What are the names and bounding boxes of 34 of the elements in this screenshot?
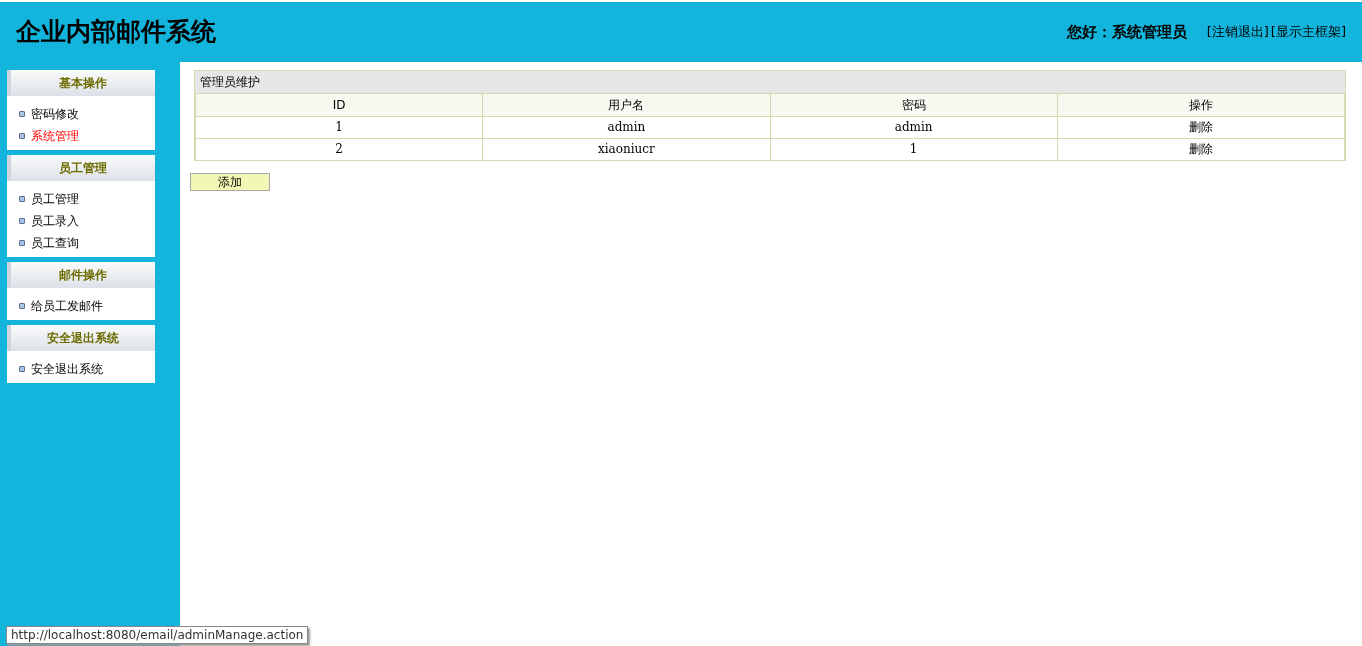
bullet-icon [19,196,25,202]
table-cell: 2 [195,138,483,160]
menu-link[interactable]: 员工管理 [31,190,79,208]
bullet-icon [19,133,25,139]
table-cell: admin [770,116,1058,138]
menu-link[interactable]: 给员工发邮件 [31,297,103,315]
menu-link[interactable]: 安全退出系统 [31,360,103,378]
column-header: 密码 [770,94,1058,116]
menu-link[interactable]: 员工查询 [31,234,79,252]
bullet-icon [19,303,25,309]
table-cell: admin [482,116,770,138]
menu-group-header: 员工管理 [7,155,155,181]
table-cell: 1 [195,116,483,138]
status-url-tooltip: http://localhost:8080/email/adminManage.action [6,626,309,644]
menu-link[interactable]: 员工录入 [31,212,79,230]
menu-link[interactable]: 密码修改 [31,105,79,123]
menu-group-header: 基本操作 [7,70,155,96]
menu-group-header: 邮件操作 [7,262,155,288]
add-button[interactable]: 添加 [190,173,270,191]
column-header: 操作 [1057,94,1345,116]
column-header: 用户名 [482,94,770,116]
greeting-text: 您好：系统管理员 [1066,21,1187,43]
bullet-icon [19,218,25,224]
table-caption: 管理员维护 [195,71,1345,94]
column-header: ID [195,94,483,116]
bullet-icon [19,111,25,117]
menu-group-header: 安全退出系统 [7,325,155,351]
delete-link[interactable]: 删除 [1057,116,1345,138]
site-title: 企业内部邮件系统 [16,16,216,49]
header-link[interactable]: [显示主框架] [1270,22,1346,42]
header-link[interactable]: [注销退出] [1206,22,1269,42]
bullet-icon [19,240,25,246]
bullet-icon [19,366,25,372]
menu-link[interactable]: 系统管理 [31,127,79,145]
